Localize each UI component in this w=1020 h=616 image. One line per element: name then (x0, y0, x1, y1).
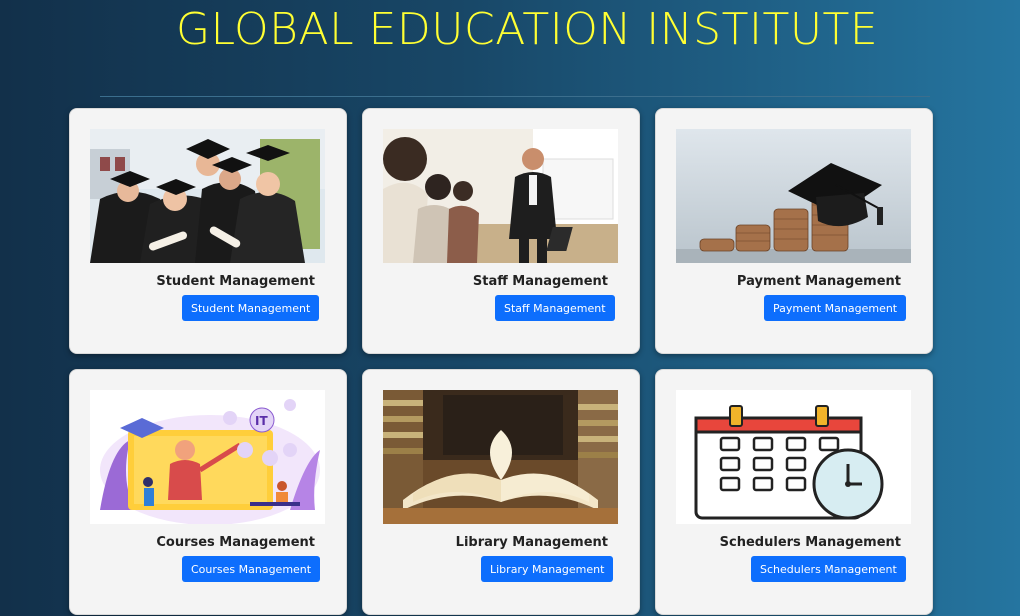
calendar-clock-icon (676, 390, 911, 524)
coins-graduation-cap-photo (676, 129, 911, 263)
svg-text:IT: IT (255, 414, 268, 428)
card-staff-management: Staff Management Staff Management (362, 108, 640, 354)
card-label: Student Management (156, 274, 315, 289)
card-courses-management: IT Courses Management Courses Management (69, 369, 347, 615)
card-payment-management: Payment Management Payment Management (655, 108, 933, 354)
card-label: Library Management (455, 535, 608, 550)
online-course-illustration: IT (90, 390, 325, 524)
card-label: Staff Management (472, 274, 608, 289)
schedulers-management-button[interactable]: Schedulers Management (751, 556, 906, 582)
card-label: Payment Management (736, 274, 901, 289)
classroom-photo (383, 129, 618, 263)
student-management-button[interactable]: Student Management (182, 295, 320, 321)
courses-management-button[interactable]: Courses Management (182, 556, 321, 582)
open-book-photo (383, 390, 618, 524)
card-label: Courses Management (156, 535, 315, 550)
card-schedulers-management: Schedulers Management Schedulers Managem… (655, 369, 933, 615)
header-divider (100, 96, 930, 97)
page-title: GLOBAL EDUCATION INSTITUTE (176, 4, 879, 55)
graduates-photo (90, 129, 325, 263)
card-label: Schedulers Management (719, 535, 901, 550)
payment-management-button[interactable]: Payment Management (764, 295, 907, 321)
library-management-button[interactable]: Library Management (481, 556, 614, 582)
staff-management-button[interactable]: Staff Management (495, 295, 615, 321)
card-library-management: Library Management Library Management (362, 369, 640, 615)
card-student-management: Student Management Student Management (69, 108, 347, 354)
